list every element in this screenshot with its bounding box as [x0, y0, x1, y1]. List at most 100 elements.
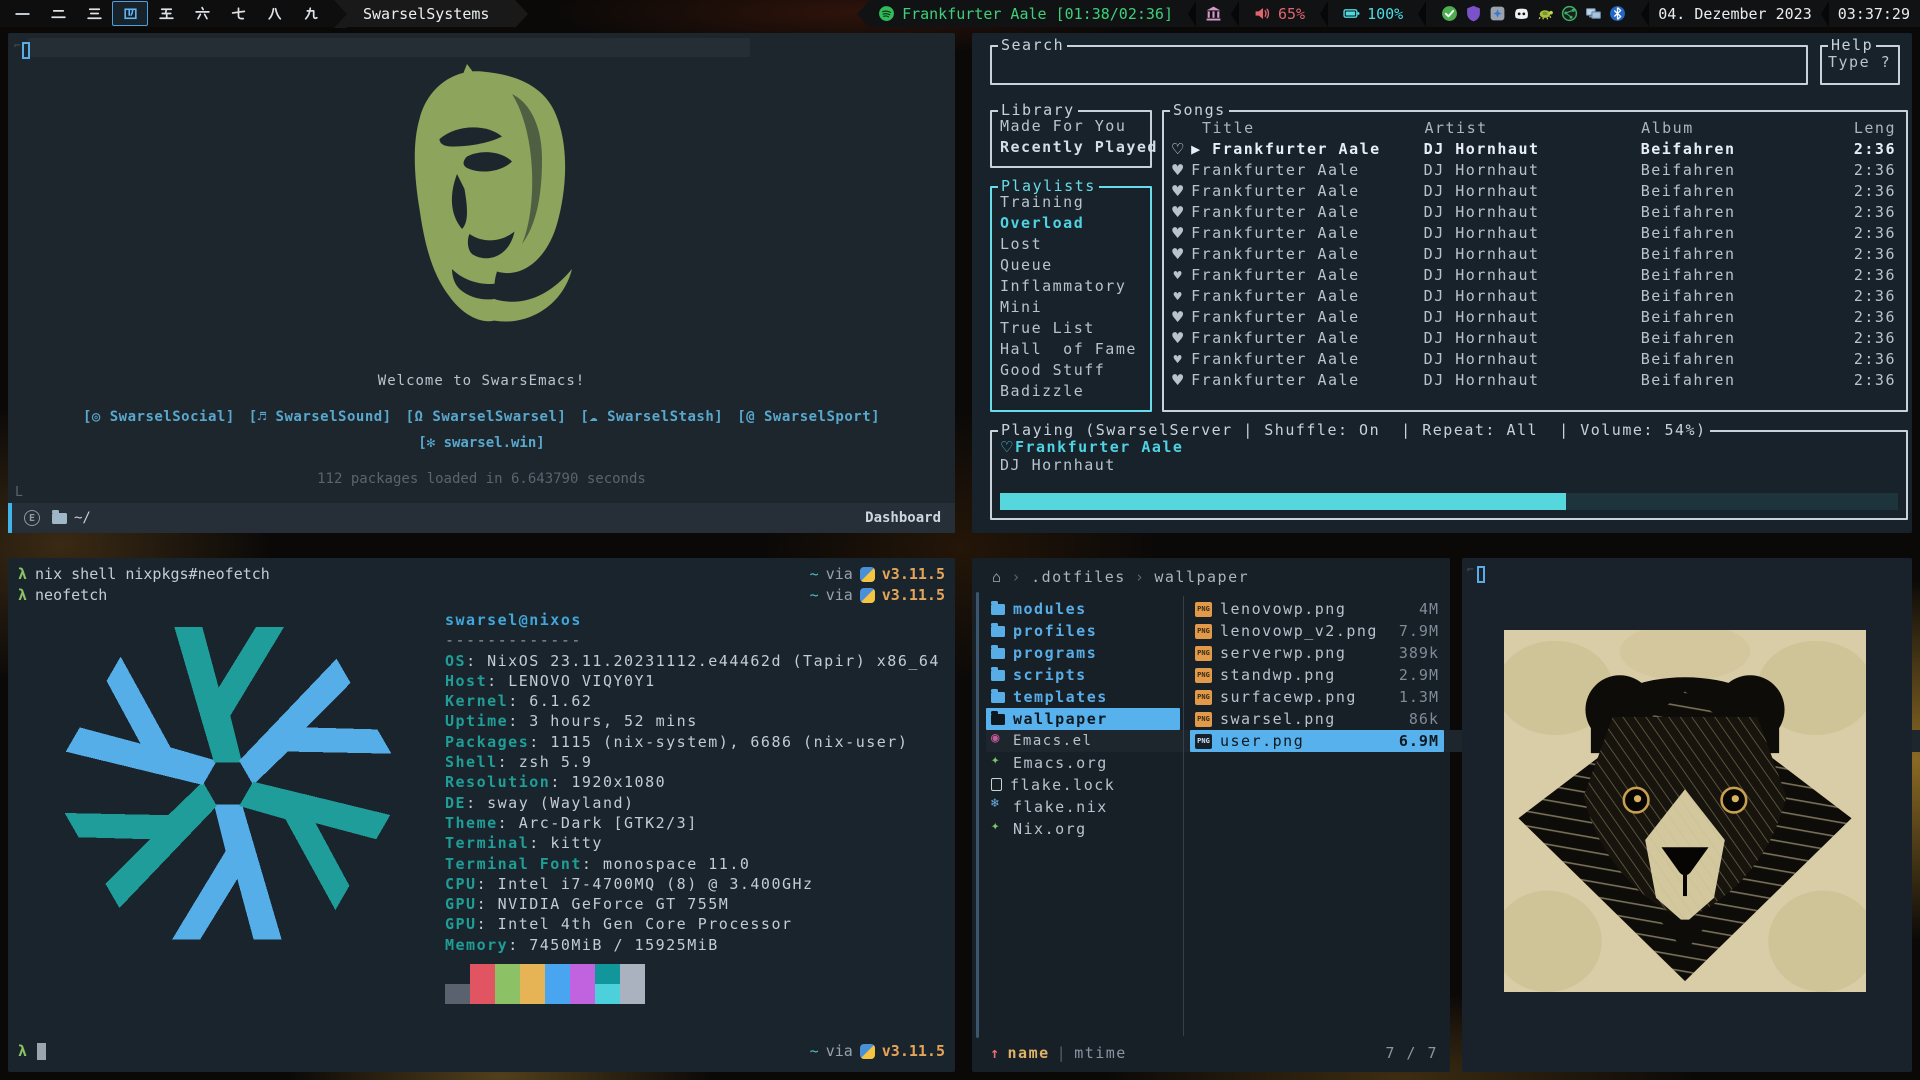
song-artist: DJ Hornhaut	[1424, 160, 1641, 181]
directory-entry[interactable]: scripts	[986, 664, 1180, 686]
playlist-item[interactable]: Lost	[992, 234, 1150, 255]
file-entry[interactable]: PNG serverwp.png 389k	[1190, 642, 1444, 664]
seek-bar[interactable]	[1000, 493, 1898, 510]
workspace-6[interactable]	[184, 1, 220, 26]
dashboard-link[interactable]: [♬ SwarselSound]	[249, 409, 392, 425]
music-player-window[interactable]: Search Help Type ? Library Made For YouR…	[972, 33, 1912, 533]
home-icon[interactable]: ⌂	[992, 568, 1003, 586]
directory-entry[interactable]: flake.nix	[986, 796, 1180, 818]
playlist-item[interactable]: Badizzle	[992, 381, 1150, 402]
directory-entry[interactable]: profiles	[986, 620, 1180, 642]
song-album: Beifahren	[1641, 160, 1854, 181]
workspace-7[interactable]	[220, 1, 256, 26]
file-entry[interactable]: PNG surfacewp.png 1.3M	[1190, 686, 1444, 708]
search-box[interactable]: Search	[990, 45, 1808, 85]
song-row[interactable]: ♥ Frankfurter Aale DJ Hornhaut Beifahren…	[1164, 328, 1906, 349]
directory-entry[interactable]: Emacs.org	[986, 752, 1180, 774]
file-manager-window[interactable]: ⌂ › .dotfiles › wallpaper modules profil…	[972, 558, 1450, 1072]
favorite-heart-icon[interactable]: ♥	[1164, 307, 1191, 328]
site-link[interactable]: [✻ swarsel.win]	[8, 435, 955, 451]
breadcrumb-dir[interactable]: .dotfiles	[1031, 568, 1126, 586]
favorite-heart-icon[interactable]: ♥	[1164, 328, 1191, 349]
battery-widget[interactable]: 100%	[1337, 5, 1409, 23]
file-entry[interactable]: PNG user.png 6.9M	[1190, 730, 1444, 752]
workspace-9[interactable]	[292, 1, 328, 26]
emacs-window[interactable]: ⌐ Welcome to SwarsEmacs! [◎	[8, 33, 955, 533]
directory-entry[interactable]: Nix.org	[986, 818, 1180, 840]
file-entry[interactable]: PNG lenovowp_v2.png 7.9M	[1190, 620, 1444, 642]
volume-widget[interactable]: 65%	[1248, 5, 1311, 23]
favorite-heart-icon[interactable]: ♥	[1164, 244, 1191, 265]
bluetooth-icon[interactable]	[1609, 5, 1626, 22]
favorite-heart-icon[interactable]: ♥	[1164, 265, 1191, 286]
song-row[interactable]: ♥ Frankfurter Aale DJ Hornhaut Beifahren…	[1164, 223, 1906, 244]
favorite-heart-icon[interactable]: ♥	[1164, 223, 1191, 244]
monitors-icon[interactable]	[1585, 5, 1602, 22]
favorite-heart-icon[interactable]: ♥	[1164, 349, 1191, 370]
library-item[interactable]: Made For You	[992, 116, 1150, 137]
song-row[interactable]: ♡ ▶ Frankfurter Aale DJ Hornhaut Beifahr…	[1164, 139, 1906, 160]
playlist-item[interactable]: Overload	[992, 213, 1150, 234]
favorite-heart-icon[interactable]: ♥	[1164, 181, 1191, 202]
favorite-heart-icon[interactable]: ♥	[1164, 160, 1191, 181]
library-item[interactable]: Recently Played	[992, 137, 1150, 158]
file-entry[interactable]: PNG swarsel.png 86k	[1190, 708, 1444, 730]
directory-entry[interactable]: wallpaper	[986, 708, 1180, 730]
playlist-item[interactable]: Inflammatory	[992, 276, 1150, 297]
image-preview-window[interactable]: ⌐	[1462, 558, 1912, 1072]
directory-entry[interactable]: programs	[986, 642, 1180, 664]
playlist-item[interactable]: Good Stuff	[992, 360, 1150, 381]
favorite-heart-icon[interactable]: ♡	[1164, 139, 1191, 160]
dashboard-link[interactable]: [☁ SwarselStash]	[580, 409, 723, 425]
file-size: 389k	[1399, 644, 1439, 662]
song-row[interactable]: ♥ Frankfurter Aale DJ Hornhaut Beifahren…	[1164, 286, 1906, 307]
playing-heart-icon[interactable]: ♡	[1000, 438, 1015, 456]
file-entry[interactable]: PNG lenovowp.png 4M	[1190, 598, 1444, 620]
song-row[interactable]: ♥ Frankfurter Aale DJ Hornhaut Beifahren…	[1164, 160, 1906, 181]
bank-icon[interactable]	[1205, 5, 1222, 22]
palette-swatch	[595, 964, 620, 984]
sort-alt-key[interactable]: mtime	[1074, 1044, 1127, 1062]
breadcrumb-subdir[interactable]: wallpaper	[1154, 568, 1249, 586]
dashboard-link[interactable]: [◎ SwarselSocial]	[83, 409, 235, 425]
favorite-heart-icon[interactable]: ♥	[1164, 286, 1191, 307]
discord-icon[interactable]	[1513, 5, 1530, 22]
favorite-heart-icon[interactable]: ♥	[1164, 370, 1191, 391]
workspace-2[interactable]	[40, 1, 76, 26]
workspace-1[interactable]	[4, 1, 40, 26]
song-row[interactable]: ♥ Frankfurter Aale DJ Hornhaut Beifahren…	[1164, 307, 1906, 328]
turtle-icon[interactable]	[1537, 5, 1554, 22]
dashboard-link[interactable]: [@ SwarselSport]	[737, 409, 880, 425]
song-row[interactable]: ♥ Frankfurter Aale DJ Hornhaut Beifahren…	[1164, 349, 1906, 370]
song-row[interactable]: ♥ Frankfurter Aale DJ Hornhaut Beifahren…	[1164, 202, 1906, 223]
file-entry[interactable]: PNG standwp.png 2.9M	[1190, 664, 1444, 686]
playlist-item[interactable]: Queue	[992, 255, 1150, 276]
terminal-window[interactable]: λ nix shell nixpkgs#neofetch ~ via v3.11…	[8, 558, 955, 1072]
directory-entry[interactable]: templates	[986, 686, 1180, 708]
workspace-3[interactable]	[76, 1, 112, 26]
directory-entry[interactable]: modules	[986, 598, 1180, 620]
song-row[interactable]: ♥ Frankfurter Aale DJ Hornhaut Beifahren…	[1164, 244, 1906, 265]
playlist-item[interactable]: Hall of Fame	[992, 339, 1150, 360]
workspace-4-active[interactable]	[112, 1, 148, 26]
playlist-item[interactable]: True List	[992, 318, 1150, 339]
playlist-item[interactable]: Training	[992, 192, 1150, 213]
now-playing-widget[interactable]: Frankfurter Aale [01:38/02:36]	[872, 5, 1179, 23]
song-row[interactable]: ♥ Frankfurter Aale DJ Hornhaut Beifahren…	[1164, 370, 1906, 391]
sort-key[interactable]: name	[1008, 1044, 1050, 1062]
modeline-buffer-name: Dashboard	[865, 510, 941, 526]
song-row[interactable]: ♥ Frankfurter Aale DJ Hornhaut Beifahren…	[1164, 265, 1906, 286]
playlist-item[interactable]: Mini	[992, 297, 1150, 318]
directory-entry[interactable]: flake.lock	[986, 774, 1180, 796]
check-circle-icon[interactable]	[1441, 5, 1458, 22]
package-icon[interactable]	[1489, 5, 1506, 22]
workspace-5[interactable]	[148, 1, 184, 26]
active-prompt-line[interactable]: λ ~ via v3.11.5	[8, 1042, 955, 1060]
workspace-8[interactable]	[256, 1, 292, 26]
dashboard-link[interactable]: [Ω SwarselSwarsel]	[406, 409, 567, 425]
favorite-heart-icon[interactable]: ♥	[1164, 202, 1191, 223]
syncthing-icon[interactable]	[1561, 5, 1578, 22]
sort-direction-icon[interactable]: ↑	[990, 1044, 1001, 1062]
song-row[interactable]: ♥ Frankfurter Aale DJ Hornhaut Beifahren…	[1164, 181, 1906, 202]
shield-icon[interactable]	[1465, 5, 1482, 22]
